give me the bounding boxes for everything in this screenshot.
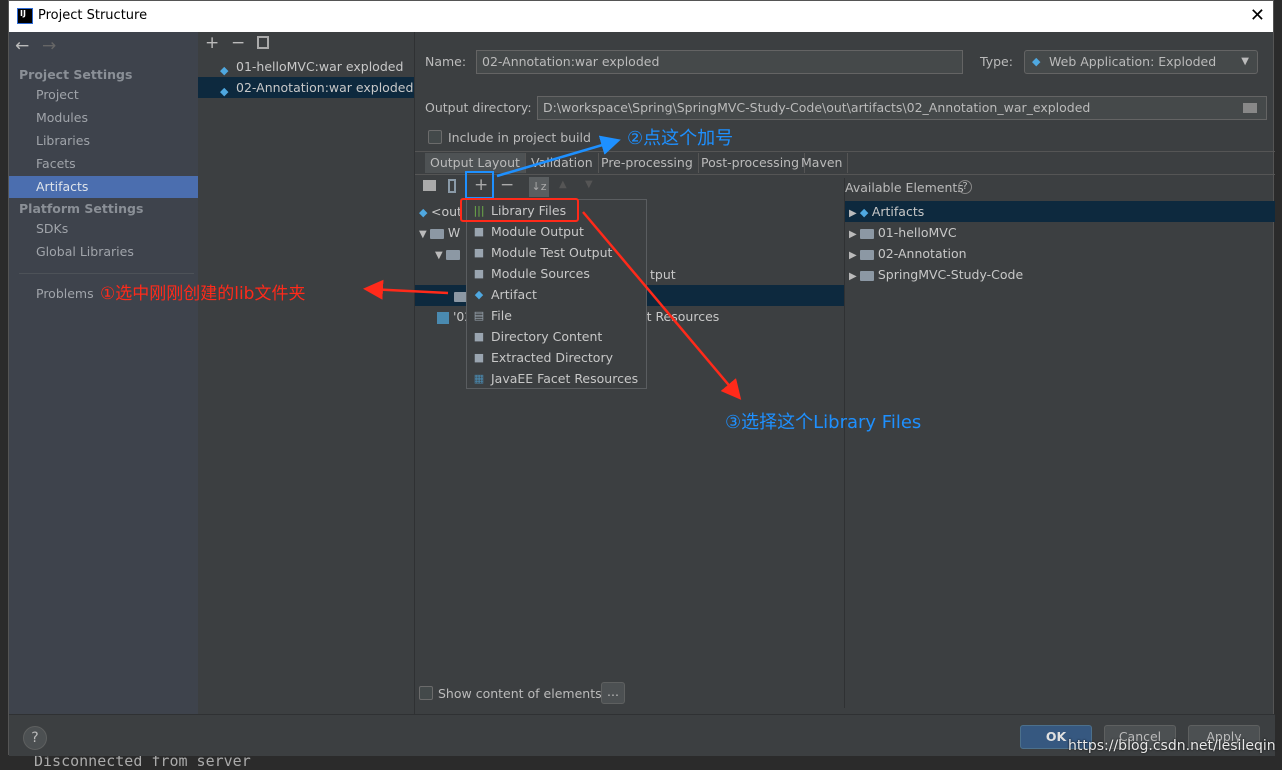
arrow-step3 <box>582 211 742 400</box>
arrow-step2 <box>496 135 621 178</box>
highlight-library-files <box>460 198 579 222</box>
highlight-plus-button <box>465 171 494 199</box>
annotation-overlay <box>363 135 742 400</box>
annotation-step2: ②点这个加号 <box>627 128 734 149</box>
watermark: https://blog.csdn.net/lesileqin <box>1068 738 1276 754</box>
annotation-step3: ③选择这个Library Files <box>725 412 922 433</box>
annotation-step1: ①选中刚刚创建的lib文件夹 <box>100 284 306 304</box>
arrow-step1 <box>363 279 449 300</box>
